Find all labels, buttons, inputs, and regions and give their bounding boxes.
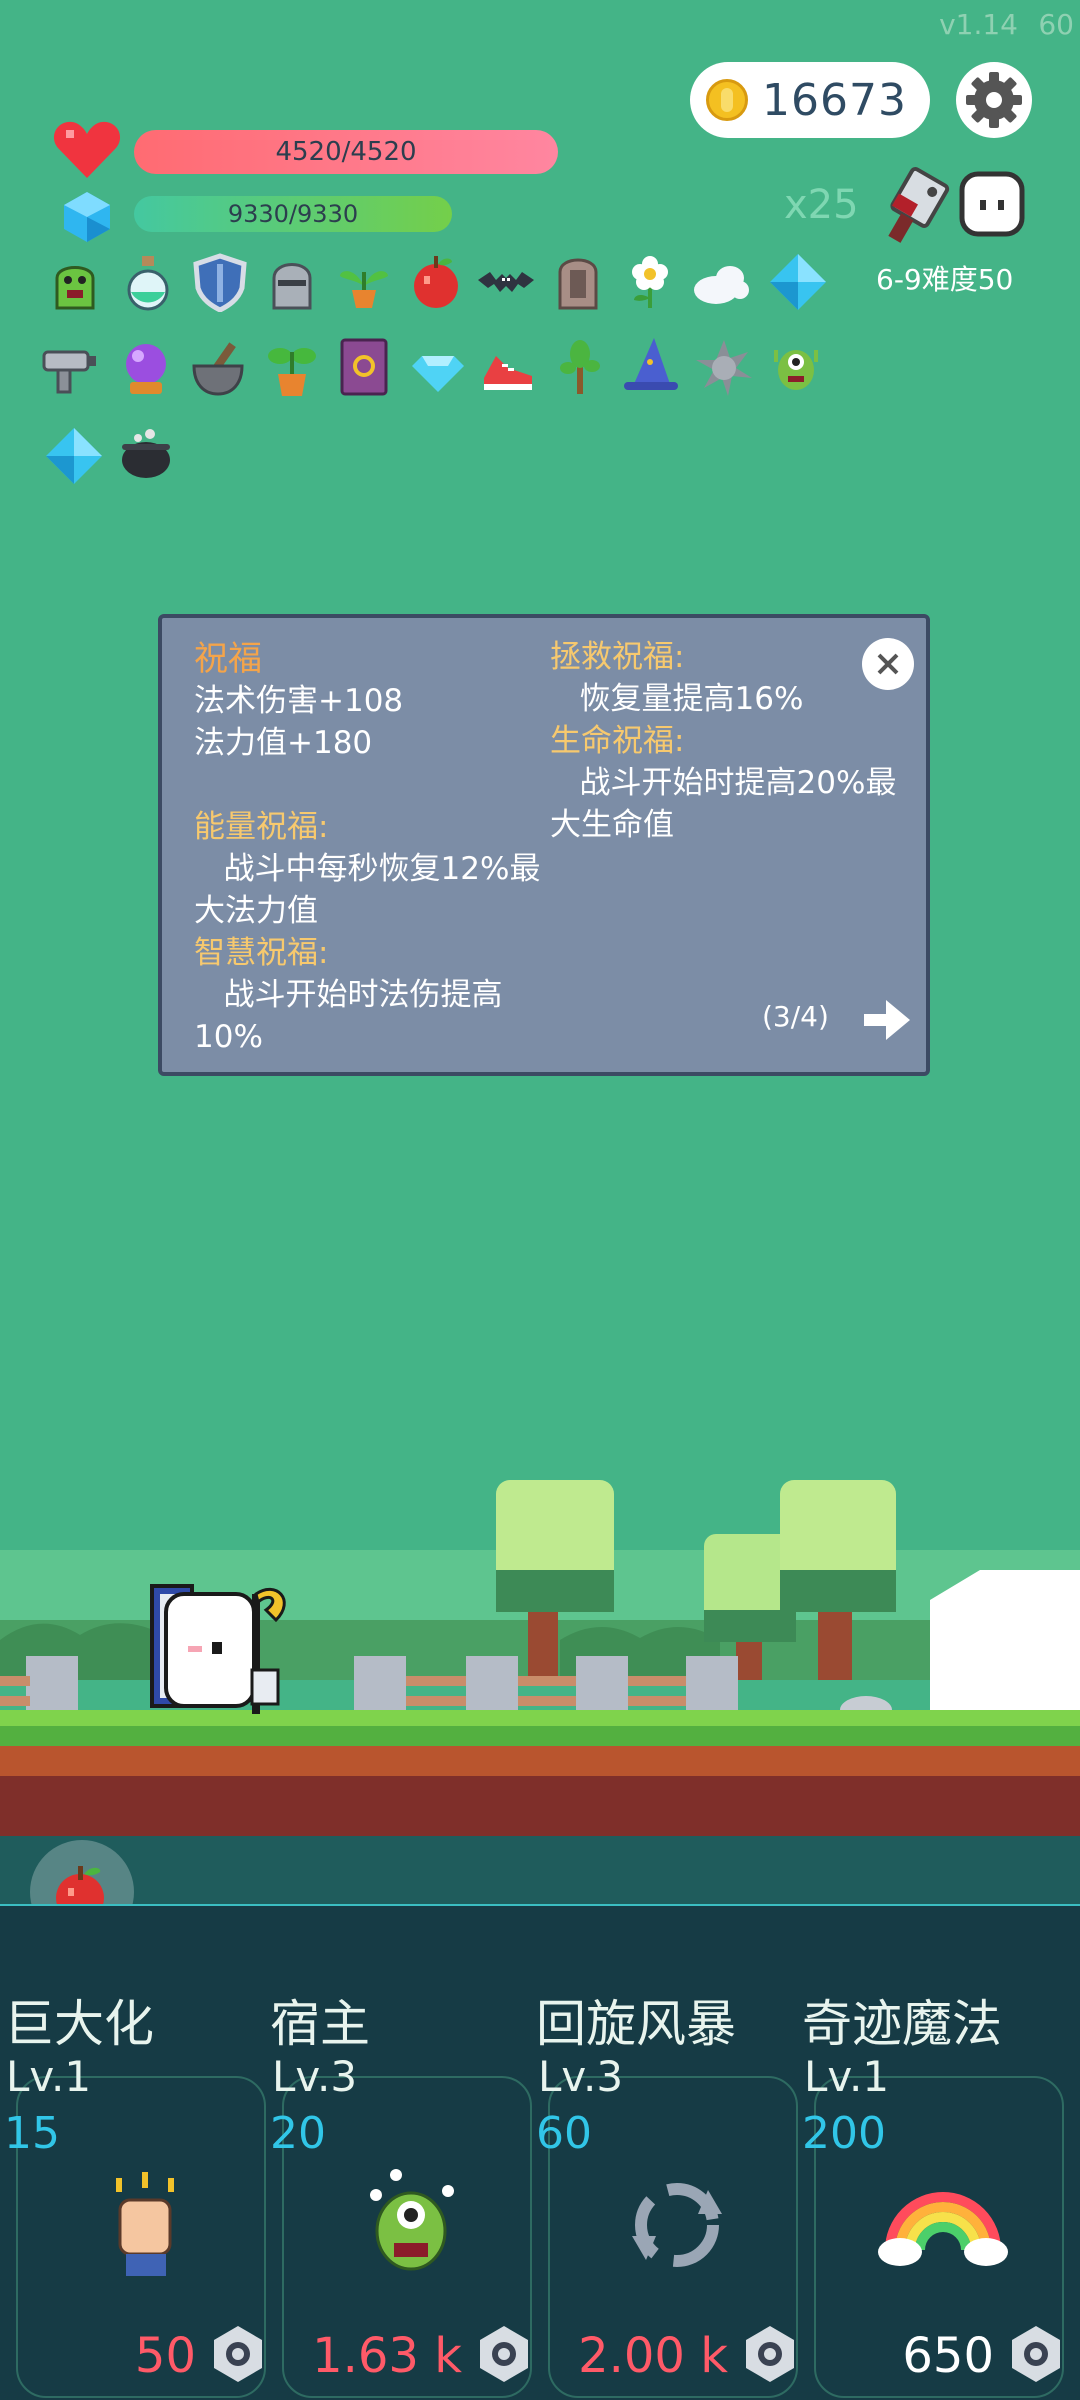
wizard-hat-icon[interactable] xyxy=(620,336,680,396)
blessing-text: 恢复量提高16% xyxy=(550,681,804,717)
spellbook-icon[interactable] xyxy=(334,336,394,396)
settings-button[interactable] xyxy=(956,62,1032,138)
gear-gem-icon xyxy=(1004,2322,1068,2386)
blessing-text: 战斗中每秒恢复12%最 xyxy=(194,851,541,887)
sneaker-icon[interactable] xyxy=(478,338,538,398)
eye-monster-icon[interactable] xyxy=(766,336,826,396)
gear-gem-icon xyxy=(738,2322,802,2386)
mp-text: 9330/9330 xyxy=(227,200,359,228)
skill-level: Lv.1 xyxy=(804,2052,890,2101)
blessing-text: 战斗开始时法伤提高 xyxy=(194,977,503,1013)
gear-gem-icon xyxy=(206,2322,270,2386)
skill-mana-cost: 20 xyxy=(270,2108,326,2159)
close-icon xyxy=(877,653,899,675)
skill-name: 巨大化 xyxy=(4,1995,154,2053)
upgrade-price[interactable]: 650 xyxy=(818,2328,994,2384)
mana-crystal-icon xyxy=(64,192,110,242)
panel-title: 祝福 xyxy=(194,639,262,679)
blessing-heading: 能量祝福: xyxy=(194,809,329,845)
blessing-heading: 生命祝福: xyxy=(550,723,685,759)
ghost-boss-icon xyxy=(959,171,1025,237)
diamond-icon[interactable] xyxy=(44,426,104,486)
cyclone-icon xyxy=(612,2160,742,2290)
bat-icon[interactable] xyxy=(476,252,536,312)
difficulty-label: 6-9难度50 xyxy=(876,263,1014,296)
cleaver-icon xyxy=(888,167,950,243)
blessing-info-panel: 祝福 法术伤害+108 法力值+180 能量祝福: 战斗中每秒恢复12%最 大法力值智… xyxy=(158,614,930,1076)
skill-mana-cost: 200 xyxy=(802,2108,886,2159)
gear-icon xyxy=(966,72,1022,128)
page-indicator: (3/4) xyxy=(762,1000,829,1033)
blessing-heading: 拯救祝福: xyxy=(550,639,685,675)
diamond-icon[interactable] xyxy=(768,252,828,312)
blessing-text: 大生命值 xyxy=(550,807,674,843)
blessing-text: 大法力值 xyxy=(194,893,318,929)
skill-level: Lv.1 xyxy=(6,2052,92,2101)
skill-level: Lv.3 xyxy=(538,2052,624,2101)
version-label: v1.14 xyxy=(939,8,1018,41)
eye-monster-icon xyxy=(346,2160,476,2290)
cauldron-icon[interactable] xyxy=(116,424,176,484)
sprout-pot-icon[interactable] xyxy=(334,252,394,312)
game-scene xyxy=(0,1480,1080,1910)
upgrade-price[interactable]: 50 xyxy=(20,2328,196,2384)
blessing-text: 法力值+180 xyxy=(194,725,373,761)
upgrade-price[interactable]: 2.00 k xyxy=(552,2328,728,2384)
green-monster-icon[interactable] xyxy=(45,254,105,314)
apple-icon[interactable] xyxy=(406,252,466,312)
blessing-text: 战斗开始时提高20%最 xyxy=(550,765,897,801)
plant-pot-icon[interactable] xyxy=(262,338,322,398)
potion-icon[interactable] xyxy=(118,252,178,312)
tree-icon[interactable] xyxy=(550,336,610,396)
coin-icon xyxy=(706,79,748,121)
coin-counter[interactable]: 16673 xyxy=(690,62,930,138)
gear-gem-icon xyxy=(472,2322,536,2386)
mp-bar: 9330/9330 xyxy=(134,196,452,232)
flower-icon[interactable] xyxy=(620,252,680,312)
fps-counter: 60 xyxy=(1038,8,1074,41)
crystal-ball-icon[interactable] xyxy=(116,338,176,398)
skill-mana-cost: 60 xyxy=(536,2108,592,2159)
close-button[interactable] xyxy=(862,638,914,690)
shield-icon[interactable] xyxy=(190,252,250,312)
skill-name: 宿主 xyxy=(270,1995,370,2053)
hp-text: 4520/4520 xyxy=(275,137,417,167)
mortar-icon[interactable] xyxy=(188,338,248,398)
speed-multiplier[interactable]: x25 xyxy=(784,182,859,228)
spiked-ball-icon[interactable] xyxy=(694,338,754,398)
skill-name: 奇迹魔法 xyxy=(802,1995,1002,2053)
rainbow-icon xyxy=(878,2160,1008,2290)
blessing-text: 法术伤害+108 xyxy=(194,683,404,719)
skill-name: 回旋风暴 xyxy=(536,1995,736,2053)
skill-mana-cost: 15 xyxy=(4,2108,60,2159)
skill-level: Lv.3 xyxy=(272,2052,358,2101)
gem-icon[interactable] xyxy=(408,338,468,398)
next-page-arrow-icon[interactable] xyxy=(862,998,912,1042)
hp-bar: 4520/4520 xyxy=(134,130,558,174)
coin-amount: 16673 xyxy=(762,74,907,126)
raygun-icon[interactable] xyxy=(40,340,100,400)
cloud-scenery xyxy=(930,1570,1080,1716)
upgrade-price[interactable]: 1.63 k xyxy=(286,2328,462,2384)
blessing-text: 10% xyxy=(194,1019,263,1055)
helmet-icon[interactable] xyxy=(262,252,322,312)
cloud-icon[interactable] xyxy=(690,252,750,312)
tombstone-icon[interactable] xyxy=(548,250,608,310)
heart-icon xyxy=(53,121,121,178)
blessing-heading: 智慧祝福: xyxy=(194,935,329,971)
fist-icon xyxy=(80,2160,210,2290)
